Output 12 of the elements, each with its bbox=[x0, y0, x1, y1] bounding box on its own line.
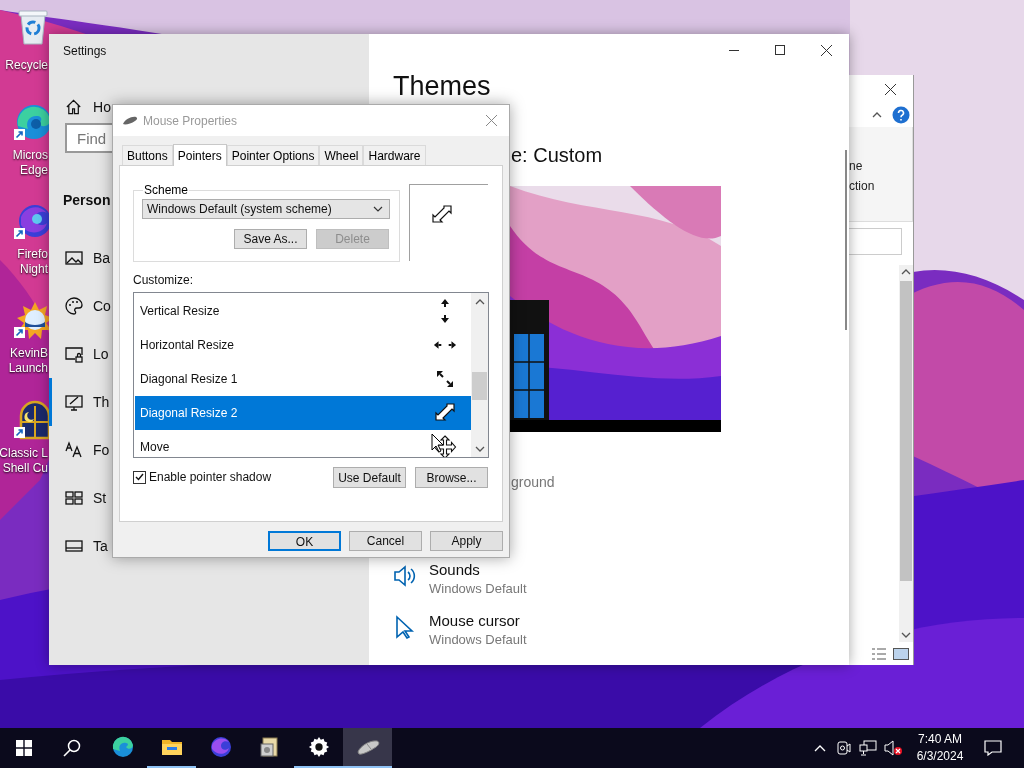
globe-icon bbox=[208, 735, 233, 759]
settings-icon bbox=[307, 736, 330, 758]
webcam-icon[interactable] bbox=[837, 740, 851, 756]
taskbar-app[interactable] bbox=[343, 728, 392, 768]
network-icon[interactable] bbox=[859, 740, 877, 756]
muted-speaker-icon[interactable] bbox=[884, 740, 902, 756]
clock[interactable]: 7:40 AM 6/3/2024 bbox=[910, 731, 970, 765]
windows-icon bbox=[16, 740, 32, 756]
swirl-icon bbox=[110, 735, 135, 759]
speech-bubble-icon bbox=[984, 740, 1002, 756]
chevron-up-icon[interactable] bbox=[814, 744, 826, 752]
search-icon bbox=[63, 739, 81, 757]
